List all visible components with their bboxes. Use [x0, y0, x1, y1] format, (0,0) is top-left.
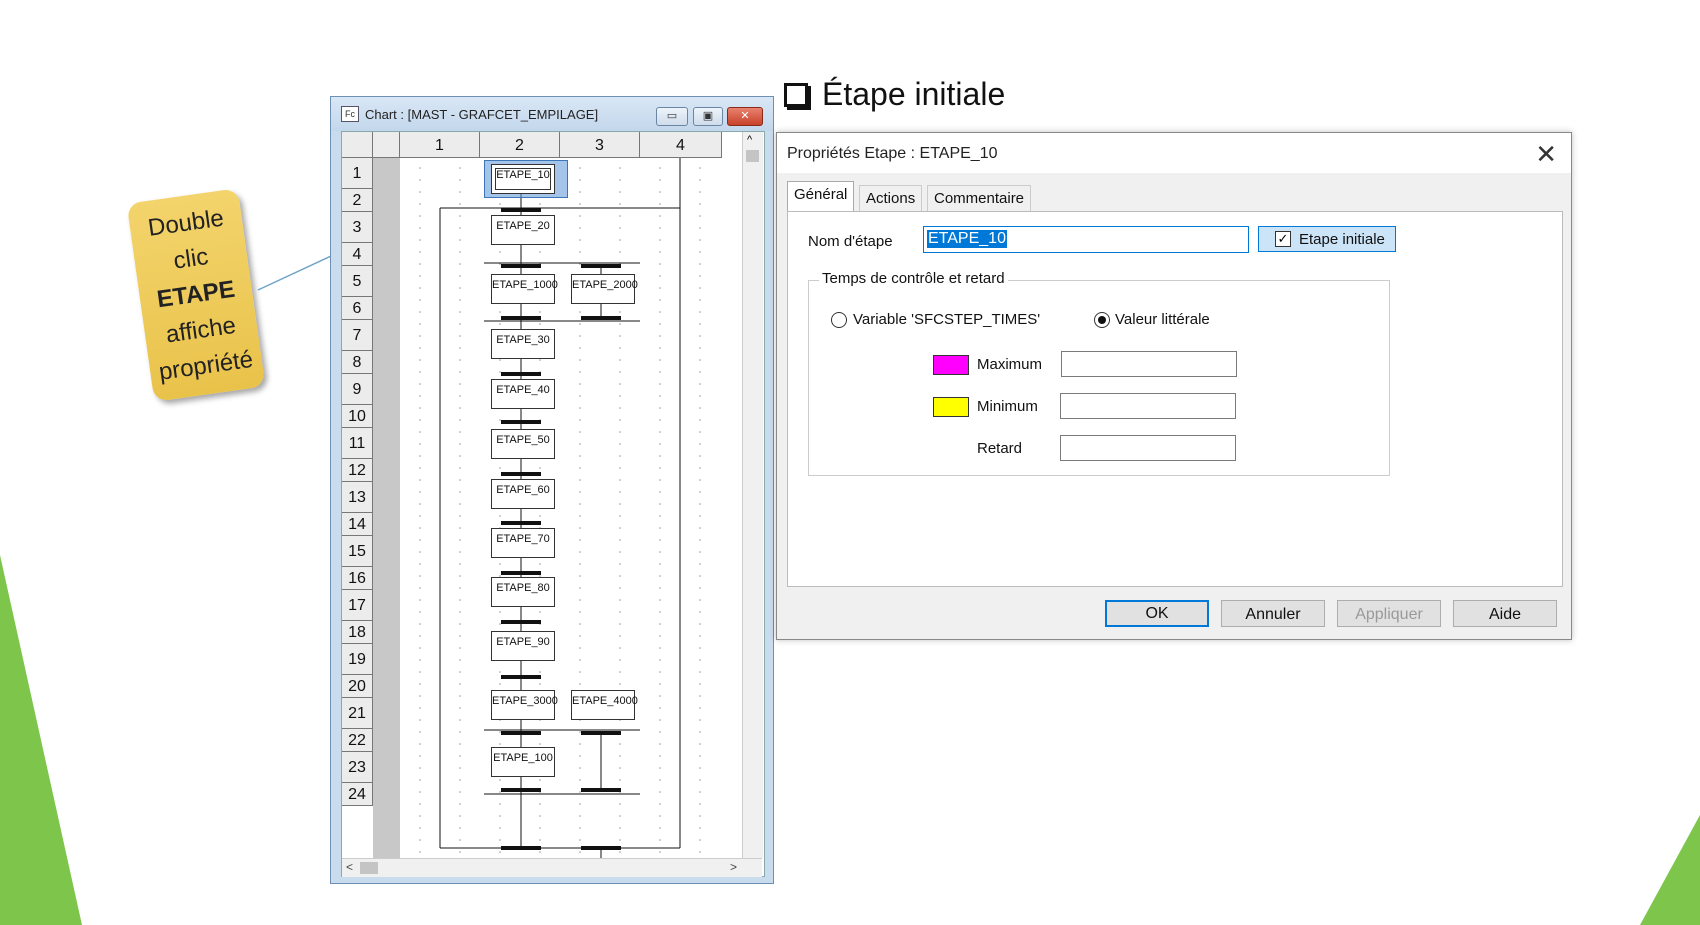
row-header[interactable]: 6	[342, 297, 373, 320]
checkmark-icon: ✓	[1275, 231, 1291, 247]
row-header[interactable]: 20	[342, 675, 373, 698]
close-window-button[interactable]: ✕	[727, 107, 763, 126]
row-header[interactable]: 23	[342, 752, 373, 783]
row-header[interactable]: 21	[342, 698, 373, 729]
row-header[interactable]: 15	[342, 536, 373, 567]
vertical-scrollbar[interactable]: ^	[742, 132, 763, 858]
tab-comment[interactable]: Commentaire	[927, 185, 1032, 212]
column-header[interactable]: 1	[400, 132, 480, 158]
row-header[interactable]: 17	[342, 590, 373, 621]
sfc-step[interactable]: ETAPE_10	[491, 164, 555, 194]
initial-step-checkbox[interactable]: ✓ Etape initiale	[1258, 226, 1396, 252]
corner-header	[342, 132, 373, 158]
row-header[interactable]: 1	[342, 158, 373, 189]
row-header[interactable]: 18	[342, 621, 373, 644]
row-header[interactable]: 24	[342, 783, 373, 806]
row-header[interactable]: 3	[342, 212, 373, 243]
checkbox-bullet-icon	[784, 82, 808, 107]
minimum-label: Minimum	[977, 398, 1038, 415]
timing-group: Temps de contrôle et retard Variable 'SF…	[808, 270, 1390, 476]
scroll-up-icon[interactable]: ^	[747, 134, 752, 146]
restore-button[interactable]: ▣	[693, 107, 723, 126]
initial-step-label: Etape initiale	[1299, 231, 1385, 248]
corner-header	[373, 132, 400, 158]
delay-field[interactable]	[1060, 435, 1236, 461]
variable-radio-label: Variable 'SFCSTEP_TIMES'	[853, 311, 1041, 328]
maximum-field[interactable]	[1061, 351, 1237, 377]
variable-radio[interactable]	[831, 312, 847, 328]
minimize-button[interactable]: ▭	[656, 107, 688, 126]
delay-label: Retard	[977, 440, 1023, 457]
minimum-field[interactable]	[1060, 393, 1236, 419]
chart-app-icon: Fc	[341, 106, 359, 122]
row-header[interactable]: 14	[342, 513, 373, 536]
cancel-button[interactable]: Annuler	[1221, 600, 1325, 627]
tab-general[interactable]: Général	[787, 181, 855, 213]
dialog-titlebar[interactable]: Propriétés Etape : ETAPE_10 ✕	[777, 133, 1571, 173]
apply-button[interactable]: Appliquer	[1337, 600, 1441, 627]
sfc-step[interactable]: ETAPE_90	[491, 631, 555, 661]
help-button[interactable]: Aide	[1453, 600, 1557, 627]
step-name-field[interactable]: ETAPE_10	[923, 226, 1249, 253]
step-name-label: Nom d'étape	[808, 233, 893, 250]
chart-window-title: Chart : [MAST - GRAFCET_EMPILAGE]	[365, 107, 599, 122]
row-header[interactable]: 7	[342, 320, 373, 351]
row-header[interactable]: 5	[342, 266, 373, 297]
group-title: Temps de contrôle et retard	[819, 270, 1008, 287]
chart-margin	[373, 158, 400, 858]
general-panel: Nom d'étape ETAPE_10 ✓ Etape initiale Te…	[787, 211, 1563, 587]
row-header[interactable]: 22	[342, 729, 373, 752]
row-header[interactable]: 19	[342, 644, 373, 675]
horizontal-scrollbar[interactable]: < >	[342, 858, 762, 877]
sfc-step[interactable]: ETAPE_60	[491, 479, 555, 509]
row-header[interactable]: 12	[342, 459, 373, 482]
chart-window: Fc Chart : [MAST - GRAFCET_EMPILAGE] ▭ ▣…	[330, 96, 774, 884]
heading-text: Étape initiale	[822, 76, 1006, 112]
scroll-thumb[interactable]	[360, 862, 378, 874]
sfc-step[interactable]: ETAPE_2000	[571, 274, 638, 304]
sfc-diagram	[419, 158, 701, 858]
row-header[interactable]: 8	[342, 351, 373, 374]
scroll-thumb[interactable]	[746, 150, 759, 162]
sfc-step[interactable]: ETAPE_70	[491, 528, 555, 558]
row-header[interactable]: 9	[342, 374, 373, 405]
column-header[interactable]: 3	[560, 132, 640, 158]
row-header[interactable]: 2	[342, 189, 373, 212]
literal-radio-label: Valeur littérale	[1115, 311, 1210, 328]
sfc-step[interactable]: ETAPE_4000	[571, 690, 638, 720]
sfc-step[interactable]: ETAPE_3000	[491, 690, 558, 720]
sfc-step[interactable]: ETAPE_80	[491, 577, 555, 607]
column-header[interactable]: 4	[640, 132, 722, 158]
sfc-step[interactable]: ETAPE_40	[491, 379, 555, 409]
ok-button[interactable]: OK	[1105, 600, 1209, 627]
minimum-color-swatch[interactable]	[933, 397, 969, 417]
note-line: clic	[171, 243, 210, 275]
grafcet-chart: 1 2 3 4 1 2 3 4 5 6 7 8 9 10 11 12 13 14 15 16 17 18 19 20 2…	[341, 131, 765, 877]
sfc-step[interactable]: ETAPE_30	[491, 329, 555, 359]
slide-heading: Étape initiale	[784, 76, 1005, 113]
dialog-title: Propriétés Etape : ETAPE_10	[787, 145, 998, 162]
literal-radio[interactable]	[1094, 312, 1110, 328]
scroll-right-icon[interactable]: >	[730, 860, 737, 874]
row-header[interactable]: 13	[342, 482, 373, 513]
scroll-left-icon[interactable]: <	[346, 860, 353, 874]
chart-window-titlebar[interactable]: Fc Chart : [MAST - GRAFCET_EMPILAGE] ▭ ▣…	[331, 97, 773, 131]
sfc-step[interactable]: ETAPE_50	[491, 429, 555, 459]
row-header[interactable]: 4	[342, 243, 373, 266]
step-name-value: ETAPE_10	[927, 230, 1007, 248]
close-icon[interactable]: ✕	[1535, 139, 1557, 170]
sfc-step[interactable]: ETAPE_100	[491, 747, 555, 777]
sfc-step[interactable]: ETAPE_20	[491, 215, 555, 245]
sfc-step[interactable]: ETAPE_1000	[491, 274, 558, 304]
row-header[interactable]: 10	[342, 405, 373, 428]
maximum-color-swatch[interactable]	[933, 355, 969, 375]
tab-actions[interactable]: Actions	[859, 185, 923, 212]
note-line: Double	[146, 204, 226, 242]
row-header[interactable]: 16	[342, 567, 373, 590]
column-header[interactable]: 2	[480, 132, 560, 158]
maximum-label: Maximum	[977, 356, 1043, 373]
row-header[interactable]: 11	[342, 428, 373, 459]
step-properties-dialog: Propriétés Etape : ETAPE_10 ✕ Général Ac…	[776, 132, 1572, 640]
